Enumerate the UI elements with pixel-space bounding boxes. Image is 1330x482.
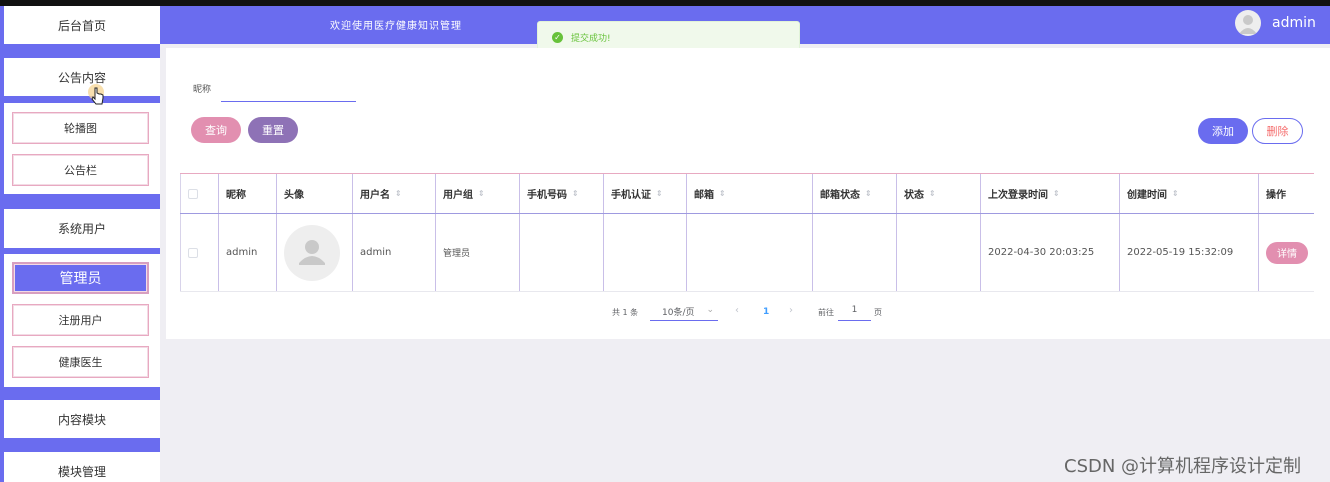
col-username[interactable]: 用户名 ⇕: [353, 174, 436, 213]
check-circle-icon: ✓: [552, 31, 563, 43]
hand-cursor-icon: [88, 84, 104, 105]
user-avatar-icon: [1239, 15, 1257, 34]
page-number-current[interactable]: 1: [763, 307, 769, 317]
cell-avatar: [277, 214, 353, 291]
pagination-total: 共 1 条: [612, 308, 639, 317]
col-operations: 操作: [1266, 190, 1286, 201]
sort-icon[interactable]: ⇕: [572, 189, 579, 198]
col-avatar: 头像: [277, 174, 353, 213]
col-last-login[interactable]: 上次登录时间 ⇕: [981, 174, 1120, 213]
sidebar-item-home[interactable]: 后台首页: [4, 6, 160, 44]
cell-last-login: 2022-04-30 20:03:25: [981, 214, 1120, 291]
sort-icon[interactable]: ⇕: [719, 189, 726, 198]
add-button[interactable]: 添加: [1198, 118, 1248, 144]
table-row: admin admin 管理员 2022-04-30 20:03:25 2022…: [180, 214, 1314, 292]
sidebar-submenu-announce: 轮播图 公告栏: [4, 103, 160, 194]
sort-icon[interactable]: ⇕: [1172, 189, 1179, 198]
cell-phone-verify: [604, 214, 687, 291]
sort-icon[interactable]: ⇕: [395, 189, 402, 198]
sidebar-item-module-manage[interactable]: 模块管理: [4, 452, 160, 482]
sidebar-item-doctors[interactable]: 健康医生: [12, 346, 149, 378]
select-all-checkbox[interactable]: [188, 188, 198, 199]
nickname-input[interactable]: [221, 85, 356, 102]
header-title: 欢迎使用医疗健康知识管理: [330, 21, 462, 32]
cell-group: 管理员: [436, 214, 520, 291]
col-group[interactable]: 用户组 ⇕: [436, 174, 520, 213]
prev-page-icon[interactable]: ‹: [735, 305, 739, 316]
cell-operations: 详情: [1259, 214, 1314, 291]
col-nickname: 昵称: [219, 174, 277, 213]
page-size-select[interactable]: 10条/页 ⌄: [650, 305, 718, 321]
sidebar-item-bulletin[interactable]: 公告栏: [12, 154, 149, 186]
avatar: [284, 224, 340, 281]
cell-email-status: [813, 214, 897, 291]
cell-nickname: admin: [219, 214, 277, 291]
cell-username: admin: [353, 214, 436, 291]
nickname-label: 昵称: [193, 85, 212, 95]
toast-message: 提交成功!: [571, 33, 611, 44]
users-table: 昵称 头像 用户名 ⇕ 用户组 ⇕ 手机号码 ⇕ 手机认证 ⇕ 邮箱 ⇕ 邮箱状态 ⇕ 状态…: [180, 173, 1314, 292]
main-panel: 昵称 查询 重置 添加 删除 昵称 头像 用户名 ⇕ 用户组 ⇕ 手机号码 ⇕ 手机认…: [166, 48, 1330, 339]
col-created[interactable]: 创建时间 ⇕: [1120, 174, 1259, 213]
cell-email: [687, 214, 813, 291]
sidebar-submenu-users: 管理员 注册用户 健康医生: [4, 254, 160, 387]
table-header-row: 昵称 头像 用户名 ⇕ 用户组 ⇕ 手机号码 ⇕ 手机认证 ⇕ 邮箱 ⇕ 邮箱状态 ⇕ 状态…: [180, 174, 1314, 214]
sidebar-item-system-users[interactable]: 系统用户: [4, 209, 160, 248]
delete-button[interactable]: 删除: [1252, 118, 1303, 144]
sort-icon[interactable]: ⇕: [656, 189, 663, 198]
reset-button[interactable]: 重置: [248, 117, 298, 143]
next-page-icon[interactable]: ›: [789, 305, 793, 316]
col-phone-verify[interactable]: 手机认证 ⇕: [604, 174, 687, 213]
sidebar-item-announce[interactable]: 公告内容: [4, 58, 160, 96]
goto-page-input[interactable]: 1: [838, 305, 871, 321]
cell-created: 2022-05-19 15:32:09: [1120, 214, 1259, 291]
detail-button[interactable]: 详情: [1266, 241, 1308, 264]
goto-unit-label: 页: [874, 308, 882, 317]
sidebar: 后台首页 公告内容 轮播图 公告栏 系统用户 管理员 注册用户 健康医生 内容模…: [0, 6, 160, 482]
header-checkbox-cell: [180, 174, 219, 213]
row-checkbox-cell: [180, 214, 219, 291]
cell-status: [897, 214, 981, 291]
sort-icon[interactable]: ⇕: [929, 189, 936, 198]
col-phone[interactable]: 手机号码 ⇕: [520, 174, 604, 213]
watermark: CSDN @计算机程序设计定制: [1064, 456, 1302, 477]
sort-icon[interactable]: ⇕: [1053, 189, 1060, 198]
user-avatar[interactable]: [1235, 10, 1261, 36]
col-email-status[interactable]: 邮箱状态 ⇕: [813, 174, 897, 213]
cell-phone: [520, 214, 604, 291]
goto-label: 前往: [818, 308, 834, 317]
col-status[interactable]: 状态 ⇕: [897, 174, 981, 213]
header-username[interactable]: admin: [1272, 15, 1316, 31]
sidebar-item-content-module[interactable]: 内容模块: [4, 400, 160, 438]
sidebar-item-registered-users[interactable]: 注册用户: [12, 304, 149, 336]
user-placeholder-icon: [299, 239, 325, 265]
sidebar-item-admin[interactable]: 管理员: [12, 262, 149, 294]
row-checkbox[interactable]: [188, 247, 198, 258]
sidebar-item-carousel[interactable]: 轮播图: [12, 112, 149, 144]
chevron-down-icon: ⌄: [706, 305, 714, 315]
query-button[interactable]: 查询: [191, 117, 241, 143]
sort-icon[interactable]: ⇕: [478, 189, 485, 198]
col-email[interactable]: 邮箱 ⇕: [687, 174, 813, 213]
sort-icon[interactable]: ⇕: [865, 189, 872, 198]
